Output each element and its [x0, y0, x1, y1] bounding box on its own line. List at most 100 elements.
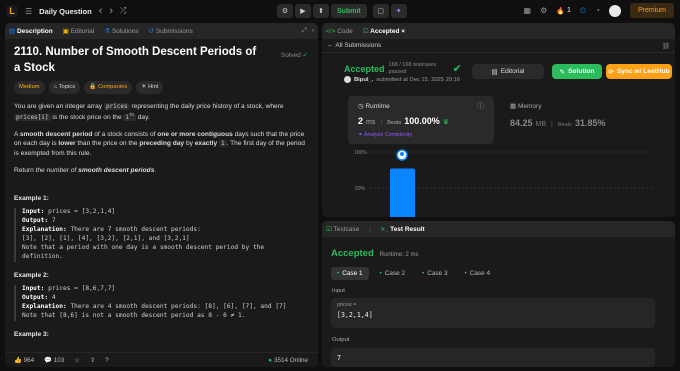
problem-list-icon[interactable]: ☰ — [25, 7, 32, 16]
case-tab-2[interactable]: • Case 2 — [374, 267, 412, 280]
leetcode-logo[interactable]: L — [6, 5, 18, 17]
book-icon: ▤ — [491, 68, 498, 76]
ai-assist-icon[interactable]: ✦ — [390, 4, 407, 18]
expand-icon[interactable]: ⤢ — [302, 27, 307, 35]
notes-icon[interactable]: ▢ — [372, 4, 389, 18]
runtime-header: ◷ Runtime — [358, 102, 390, 110]
tab-code[interactable]: </> Code — [326, 28, 353, 35]
tab-accepted[interactable]: ☑ Accepted × — [363, 27, 405, 35]
pass-dot-icon: • — [379, 270, 382, 277]
description-footer: 👍 964 💬 103 ☆ ⇪ ? 3514 Online — [5, 352, 318, 367]
hint-tag[interactable]: ☀ Hint — [136, 81, 164, 94]
submit-button[interactable]: Submit — [331, 4, 367, 18]
help-icon[interactable]: ? — [105, 357, 109, 364]
submitter-name[interactable]: Bipul_. — [354, 77, 373, 83]
memory-unit: MB — [535, 121, 547, 128]
tab-description[interactable]: ▤ Description — [9, 27, 53, 35]
example-1-heading: Example 1: — [14, 195, 49, 203]
difficulty-badge: Medium — [14, 81, 45, 94]
example-3-heading: Example 3: — [14, 330, 49, 338]
problem-list-title[interactable]: Daily Question — [39, 7, 92, 16]
debug-icon[interactable]: ⚙ — [277, 4, 293, 18]
ex1-output: 7 — [51, 216, 56, 224]
like-button[interactable]: 👍 964 — [14, 356, 34, 364]
analyze-complexity-link[interactable]: ✦ Analyze Complexity — [358, 132, 412, 138]
editorial-button-label: Editorial — [500, 68, 525, 75]
timer-icon[interactable]: ⏲ — [580, 6, 586, 16]
companies-tag[interactable]: 🔒 Companies — [84, 81, 133, 94]
shuffle-icon[interactable]: ⤮ — [120, 6, 126, 16]
topics-tag[interactable]: ⌂ Topics — [48, 81, 81, 94]
prev-problem-icon[interactable]: ‹ — [99, 5, 103, 17]
distribution-bar-1[interactable] — [390, 168, 415, 217]
submission-status: Accepted 168 / 168 testcases passed ✔ — [344, 62, 462, 75]
tab-submissions[interactable]: ↺ Submissions — [149, 27, 193, 35]
case-1-label: Case 1 — [342, 270, 363, 277]
ex1-line-4: definition. — [22, 252, 63, 260]
solution-button[interactable]: ✎ Solution — [552, 64, 602, 79]
layout-icon[interactable]: ▦ — [524, 6, 532, 15]
check-circle-icon: ✓ — [302, 52, 308, 59]
tick-label-100: 100% — [354, 150, 367, 156]
top-bar: L ☰ Daily Question ‹ › ⤮ ⚙ ▶ ⬆ Submit ▢ … — [0, 0, 680, 22]
clock-icon: ◷ — [358, 103, 364, 110]
streak-count: 1 — [566, 7, 571, 14]
tab-test-result[interactable]: >_ Test Result — [381, 226, 425, 233]
streak-counter[interactable]: 🔥 1 — [556, 7, 571, 15]
tab-accepted-label: Accepted — [370, 28, 400, 35]
problem-title: 2110. Number of Smooth Descent Periods o… — [14, 45, 264, 76]
thumbs-up-icon: 👍 — [14, 357, 22, 364]
back-label: All Submissions — [335, 42, 382, 49]
p1-text-b: representing the daily price history of … — [129, 102, 284, 110]
paragraph-2: A smooth descent period of a stock consi… — [14, 130, 309, 160]
comment-icon: 💬 — [44, 357, 52, 364]
tab-solutions[interactable]: ⚗ Solutions — [104, 27, 138, 35]
comments-button[interactable]: 💬 103 — [44, 356, 64, 364]
submit-label: Submit — [337, 7, 361, 15]
premium-button[interactable]: Premium — [629, 3, 674, 18]
editorial-button[interactable]: ▤ Editorial — [472, 64, 544, 79]
tab-testcase[interactable]: ☑ Testcase — [326, 225, 359, 233]
paragraph-1: You are given an integer array prices re… — [14, 102, 284, 121]
settings-icon[interactable]: ⚙ — [540, 6, 547, 15]
runtime-label: Runtime — [365, 103, 390, 110]
case-tab-3[interactable]: • Case 3 — [416, 267, 454, 280]
ex1-line-3: Note that a period with one day is a smo… — [22, 243, 265, 251]
comment-count: 103 — [53, 357, 65, 364]
favorite-icon[interactable]: ☆ — [74, 357, 80, 364]
solved-label: Solved — [280, 52, 301, 59]
output-value: 7 — [337, 354, 341, 362]
ex1-expl-label: Explanation: — [22, 225, 67, 233]
solved-badge: Solved ✓ — [281, 51, 308, 61]
ex2-expl-label: Explanation: — [22, 302, 67, 310]
solution-button-label: Solution — [568, 68, 595, 75]
next-problem-icon[interactable]: › — [109, 5, 113, 17]
notification-icon[interactable]: ◔ — [595, 6, 600, 15]
tab-submissions-label: Submissions — [155, 28, 193, 35]
runtime-card[interactable]: ◷ Runtime ⓘ 2 ms | Beats 100.00% ♛ ✦ Ana… — [348, 96, 494, 144]
ex2-line-2: Note that [8,6] is not a smooth descent … — [22, 311, 246, 319]
tab-solutions-label: Solutions — [111, 28, 139, 35]
runtime-distribution-chart: 100% 50% — [354, 149, 654, 217]
fire-icon: 🔥 — [556, 7, 565, 15]
case-tab-1[interactable]: • Case 1 — [331, 267, 369, 280]
info-icon[interactable]: ⓘ — [477, 101, 484, 111]
pass-dot-icon: • — [422, 270, 425, 277]
tab-editorial[interactable]: ▣ Editorial — [63, 27, 94, 35]
back-to-submissions[interactable]: ← All Submissions ⛓ — [322, 39, 675, 53]
link-icon[interactable]: ⛓ — [662, 42, 670, 50]
submitted-time: submitted at Dec 15, 2025 20:16 — [376, 76, 461, 83]
case-4-label: Case 4 — [469, 270, 490, 277]
sync-leethub-button[interactable]: ⟳ Sync w/ LeetHub — [606, 64, 672, 79]
collapse-icon[interactable]: ‹ — [312, 27, 314, 35]
user-avatar[interactable] — [608, 4, 621, 17]
close-tab-icon[interactable]: × — [401, 28, 405, 35]
memory-card[interactable]: ▦ Memory 84.25 MB | Beats 31.85% — [510, 102, 660, 142]
run-button[interactable]: ▶ — [295, 4, 311, 18]
runtime-beats-label: Beats — [387, 120, 402, 126]
memory-label: Memory — [517, 103, 542, 110]
upload-icon[interactable]: ⬆ — [313, 4, 329, 18]
case-tab-4[interactable]: • Case 4 — [459, 267, 497, 280]
code-icon: </> — [326, 27, 336, 35]
share-icon[interactable]: ⇪ — [90, 357, 95, 364]
